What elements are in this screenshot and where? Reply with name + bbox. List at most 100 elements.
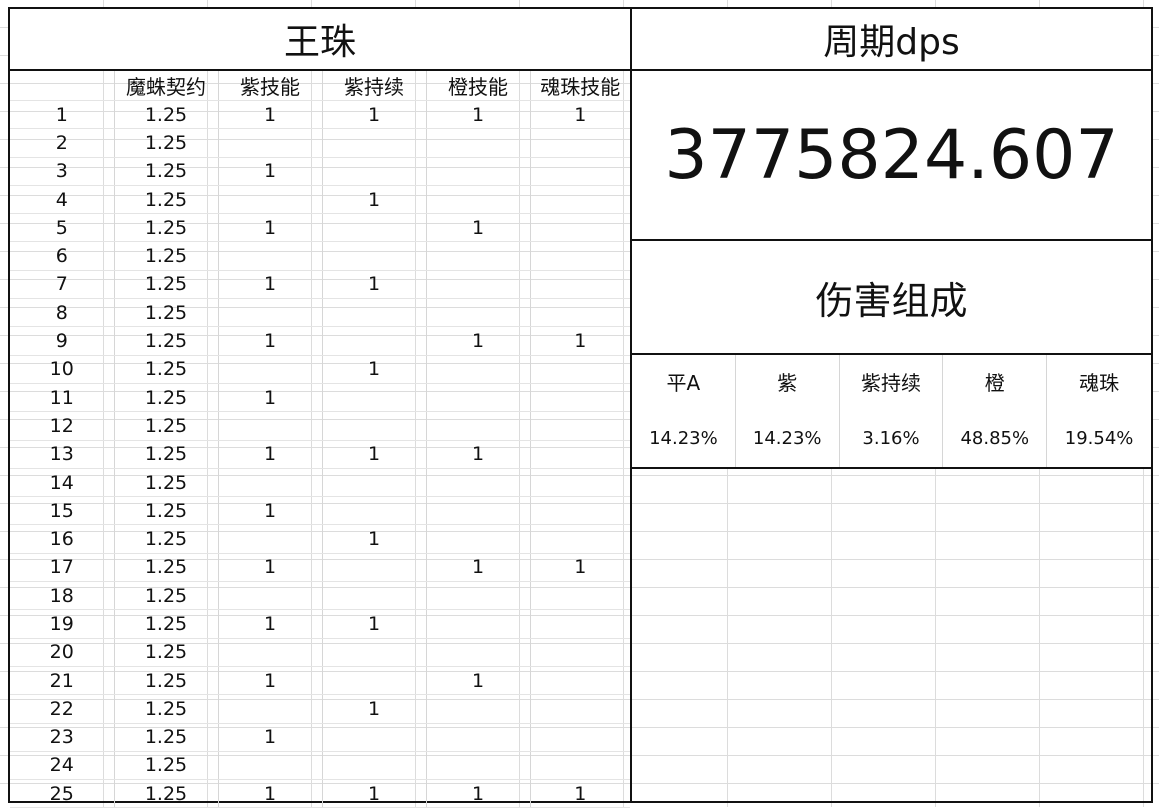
table-cell — [322, 468, 427, 498]
table-cell: 1.25 — [114, 440, 219, 469]
table-cell — [322, 128, 427, 158]
composition-label: 魂珠 — [1079, 371, 1120, 395]
table-cell — [322, 723, 427, 752]
table-row: 25 1.25 1 1 1 1 — [10, 779, 630, 808]
table-cell — [426, 581, 531, 611]
table-cell: 1.25 — [114, 553, 219, 583]
table-cell: 1.25 — [114, 468, 219, 498]
table-cell — [530, 609, 630, 639]
composition-label: 橙 — [984, 371, 1005, 395]
table-cell: 1.25 — [114, 128, 219, 158]
table-cell: 1 — [530, 779, 630, 808]
table-cell — [218, 355, 323, 384]
table-cell: 1 — [322, 185, 427, 215]
table-cell: 1.25 — [114, 609, 219, 639]
table-cell: 18 — [10, 581, 115, 611]
table-cell — [530, 751, 630, 781]
table-cell — [426, 524, 531, 554]
table-cell: 1.25 — [114, 100, 219, 130]
column-header — [10, 71, 115, 101]
table-row: 24 1.25 — [10, 751, 630, 781]
skill-cycle-table: 魔蛛契约 紫技能 紫持续 橙技能 魂珠技能 1 1.25 1 1 1 1 2 1.25 3 1.25 1 4 1… — [10, 71, 630, 808]
table-cell: 1 — [10, 100, 115, 130]
table-cell — [426, 751, 531, 781]
table-cell — [426, 496, 531, 526]
table-row: 9 1.25 1 1 1 — [10, 326, 630, 356]
table-cell — [530, 666, 630, 696]
table-cell: 7 — [10, 270, 115, 300]
table-cell: 1 — [426, 779, 531, 808]
table-cell: 1.25 — [114, 326, 219, 356]
table-cell — [530, 694, 630, 724]
table-cell — [426, 128, 531, 158]
table-cell: 1 — [322, 355, 427, 384]
table-row: 1 1.25 1 1 1 1 — [10, 100, 630, 130]
table-cell — [530, 638, 630, 667]
table-cell: 13 — [10, 440, 115, 469]
table-row: 10 1.25 1 — [10, 355, 630, 384]
composition-label: 平A — [666, 371, 701, 395]
table-cell — [426, 694, 531, 724]
column-header: 橙技能 — [426, 71, 531, 101]
table-cell: 1 — [426, 440, 531, 469]
table-cell: 1.25 — [114, 694, 219, 724]
table-cell: 17 — [10, 553, 115, 583]
table-cell: 1 — [322, 524, 427, 554]
table-cell: 1.25 — [114, 355, 219, 384]
table-cell — [218, 411, 323, 441]
table-cell: 2 — [10, 128, 115, 158]
table-cell: 1 — [322, 440, 427, 469]
table-cell: 4 — [10, 185, 115, 215]
table-cell: 1.25 — [114, 157, 219, 186]
table-cell: 1.25 — [114, 723, 219, 752]
table-row: 4 1.25 1 — [10, 185, 630, 215]
table-cell: 1.25 — [114, 185, 219, 215]
table-row: 23 1.25 1 — [10, 723, 630, 752]
table-cell: 1 — [322, 609, 427, 639]
table-row: 19 1.25 1 1 — [10, 609, 630, 639]
composition-column: 紫 14.23% — [736, 355, 840, 467]
table-cell — [426, 241, 531, 271]
table-cell — [426, 468, 531, 498]
table-cell: 1 — [426, 100, 531, 130]
table-cell — [322, 496, 427, 526]
table-cell: 1.25 — [114, 241, 219, 271]
table-cell: 1 — [218, 383, 323, 413]
table-cell: 1.25 — [114, 751, 219, 781]
table-cell — [426, 638, 531, 667]
column-header: 紫技能 — [218, 71, 323, 101]
table-cell — [530, 270, 630, 300]
table-cell: 1.25 — [114, 779, 219, 808]
table-cell: 1 — [218, 157, 323, 186]
column-header: 魂珠技能 — [530, 71, 630, 101]
table-cell: 16 — [10, 524, 115, 554]
table-cell: 1 — [218, 213, 323, 243]
table-row: 5 1.25 1 1 — [10, 213, 630, 243]
table-cell: 1 — [218, 553, 323, 583]
table-cell: 1 — [426, 213, 531, 243]
table-cell — [530, 213, 630, 243]
table-row: 20 1.25 — [10, 638, 630, 667]
table-cell: 21 — [10, 666, 115, 696]
table-cell — [530, 298, 630, 328]
table-cell — [322, 666, 427, 696]
composition-value: 48.85% — [960, 428, 1030, 449]
table-cell: 1.25 — [114, 581, 219, 611]
table-body: 1 1.25 1 1 1 1 2 1.25 3 1.25 1 4 1.25 1 5 1.25 1 1 6 1.25 7 1… — [10, 100, 630, 808]
table-row: 22 1.25 1 — [10, 694, 630, 724]
table-cell — [218, 524, 323, 554]
table-cell: 1.25 — [114, 666, 219, 696]
table-cell — [218, 638, 323, 667]
table-cell: 6 — [10, 241, 115, 271]
table-cell: 1 — [218, 496, 323, 526]
table-cell: 1.25 — [114, 270, 219, 300]
table-cell — [530, 581, 630, 611]
composition-label: 紫 — [777, 371, 798, 395]
table-row: 13 1.25 1 1 1 — [10, 440, 630, 469]
dps-value: 3775824.607 — [632, 71, 1151, 241]
dps-title: 周期dps — [632, 9, 1151, 71]
composition-value: 19.54% — [1064, 428, 1134, 449]
table-cell: 1 — [218, 440, 323, 469]
table-cell — [530, 355, 630, 384]
table-cell: 1 — [218, 666, 323, 696]
